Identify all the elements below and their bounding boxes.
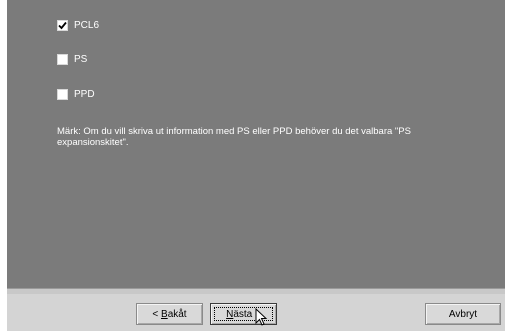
option-ppd[interactable]: PPD	[57, 87, 95, 101]
pcl6-checkbox[interactable]	[57, 19, 68, 31]
option-ps[interactable]: PS	[57, 52, 87, 66]
cancel-button[interactable]: Avbryt	[425, 303, 501, 325]
back-button-label: < Bakåt	[152, 308, 187, 320]
pcl6-label: PCL6	[74, 19, 100, 31]
ppd-label: PPD	[74, 88, 95, 100]
ps-expansion-note: Märk: Om du vill skriva ut information m…	[57, 126, 411, 148]
cancel-button-label: Avbryt	[448, 308, 478, 320]
installer-window: PCL6 PS PPD Märk: Om du vill skriva ut i…	[0, 0, 507, 331]
ppd-checkbox[interactable]	[57, 88, 68, 100]
ps-checkbox[interactable]	[57, 53, 68, 65]
back-button[interactable]: < Bakåt	[136, 303, 203, 325]
option-pcl6[interactable]: PCL6	[57, 18, 99, 32]
ps-label: PS	[74, 53, 88, 65]
check-icon	[58, 21, 67, 29]
arrow-pointer-icon	[255, 308, 268, 326]
